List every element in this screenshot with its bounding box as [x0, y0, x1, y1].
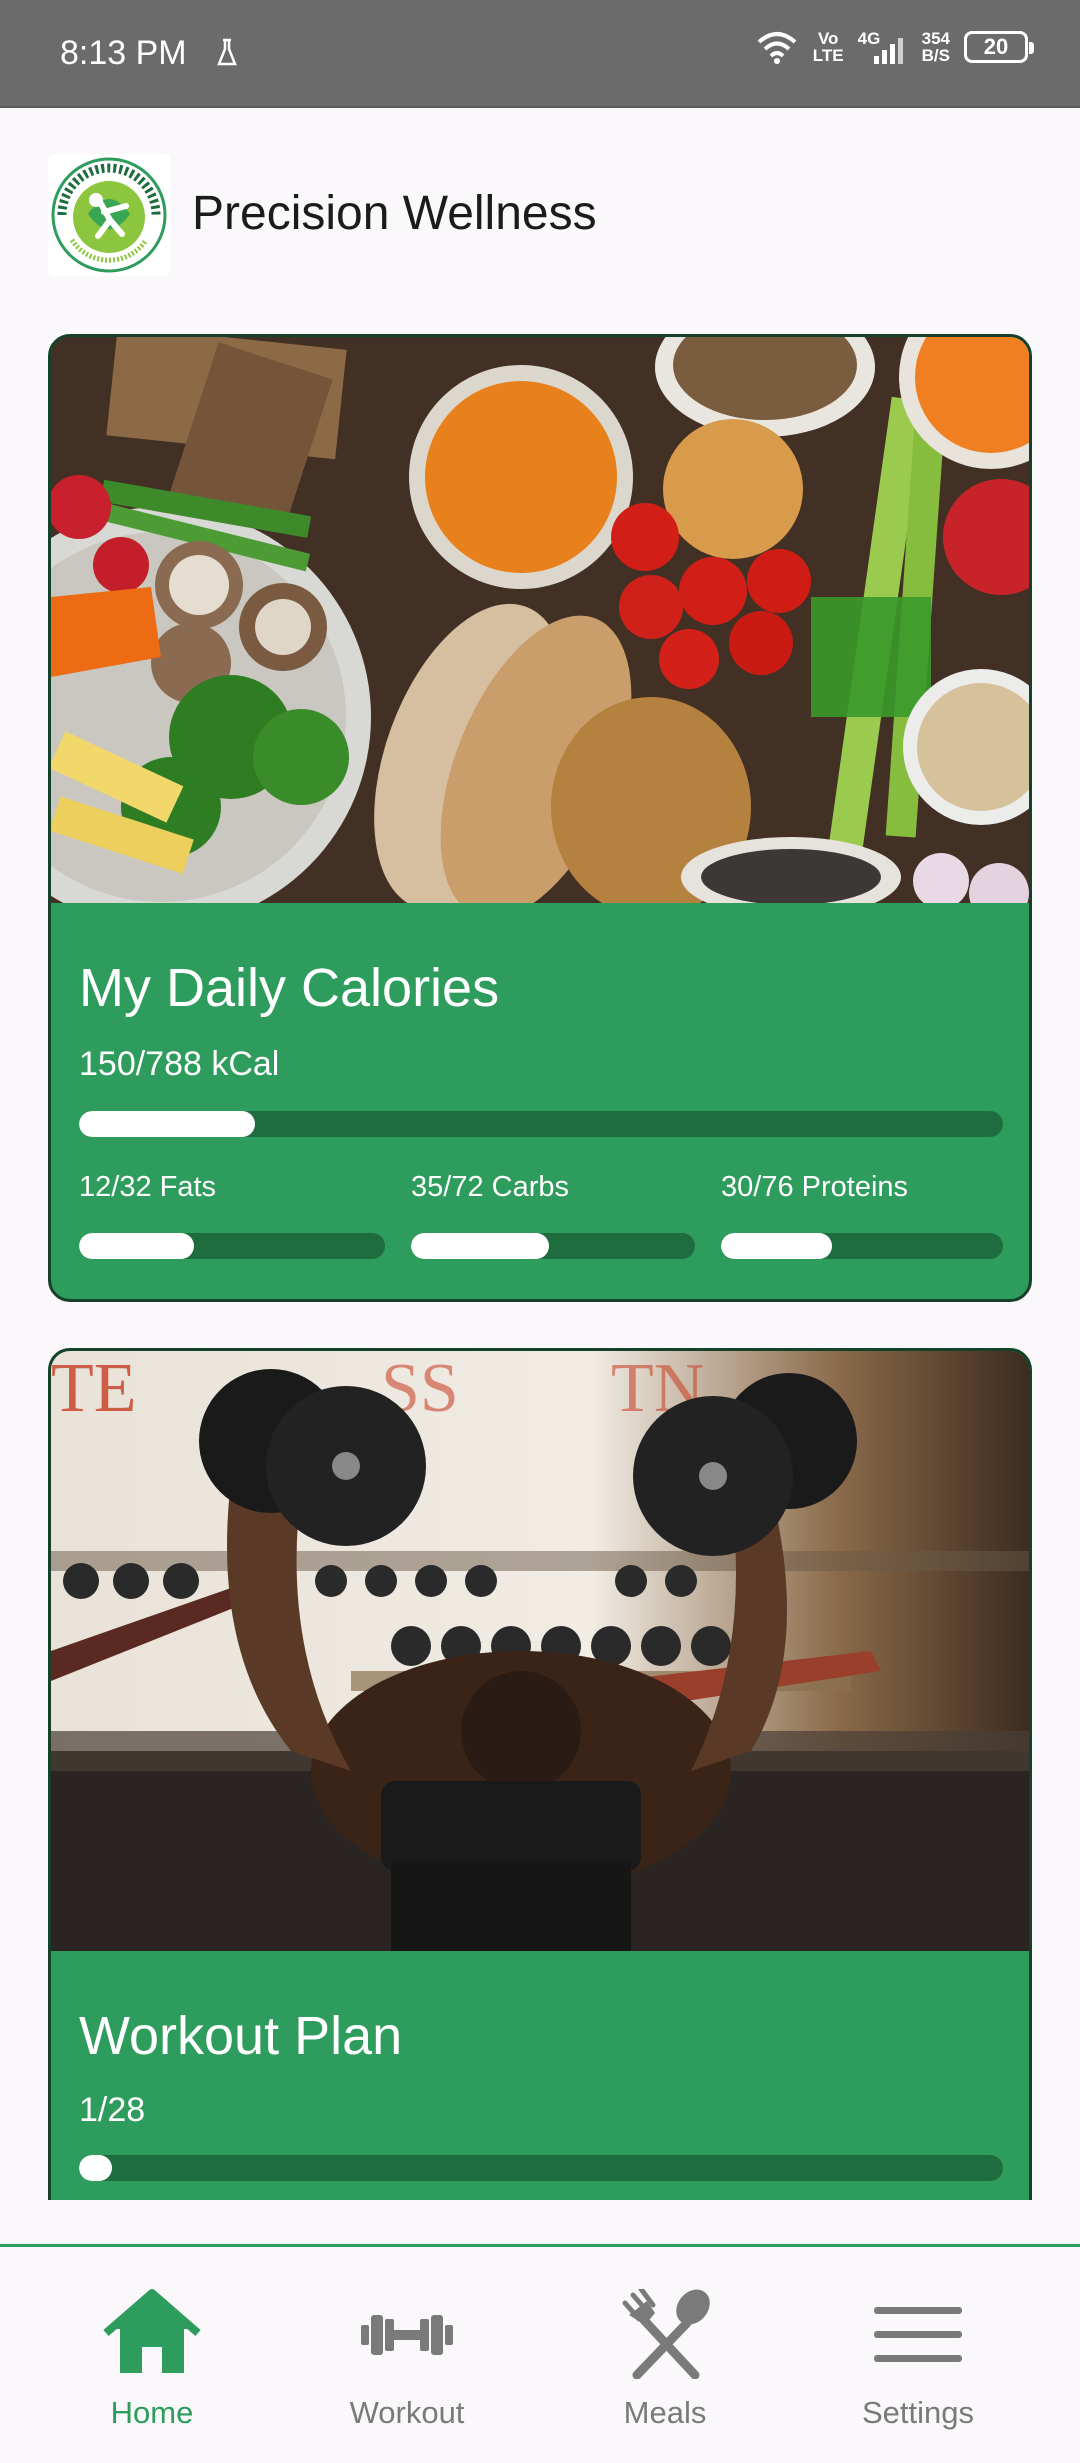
- carbs-progress-fill: [411, 1233, 550, 1259]
- fats-progress-bar: [79, 1233, 385, 1259]
- cell-signal: 4G: [858, 30, 908, 64]
- bottom-navigation: Home Workout Meals Settings: [0, 2244, 1080, 2463]
- nav-home-label: Home: [110, 2395, 194, 2430]
- app-bar: Precision Wellness: [0, 108, 1080, 328]
- calories-summary: 150/788 kCal: [79, 1045, 280, 1083]
- workout-body: Workout Plan 1/28: [51, 1951, 1029, 2200]
- battery-icon: 20: [964, 31, 1034, 63]
- home-icon: [103, 2289, 201, 2373]
- flask-icon: [217, 38, 237, 66]
- workout-summary: 1/28: [79, 2091, 146, 2129]
- wifi-icon: [757, 32, 797, 64]
- status-bar: 8:13 PM Vo LTE 4G 354 B/S 20: [0, 0, 1080, 108]
- workout-title: Workout Plan: [79, 2006, 403, 2066]
- fats-label: 12/32 Fats: [79, 1171, 217, 1203]
- proteins-label: 30/76 Proteins: [721, 1171, 909, 1203]
- nav-settings[interactable]: Settings: [783, 2247, 1053, 2463]
- daily-calories-card[interactable]: My Daily Calories 150/788 kCal 12/32 Fat…: [48, 334, 1032, 1302]
- food-image: [51, 337, 1029, 903]
- menu-icon: [874, 2307, 962, 2362]
- volte-indicator: Vo LTE: [812, 29, 844, 65]
- signal-icon: [873, 38, 903, 64]
- calories-progress-fill: [79, 1111, 255, 1137]
- network-speed: 354 B/S: [921, 29, 950, 65]
- battery-level: 20: [983, 34, 1009, 59]
- calories-body: My Daily Calories 150/788 kCal 12/32 Fat…: [51, 903, 1029, 1299]
- carbs-label: 35/72 Carbs: [411, 1171, 569, 1203]
- workout-image: TE SS TN: [51, 1351, 1029, 1951]
- workout-progress-fill: [79, 2155, 113, 2181]
- nav-home[interactable]: Home: [17, 2247, 287, 2463]
- workout-progress-bar: [79, 2155, 1003, 2181]
- app-title: Precision Wellness: [192, 187, 597, 240]
- nav-meals-label: Meals: [623, 2395, 707, 2430]
- workout-plan-card[interactable]: TE SS TN Workout Plan 1/28: [48, 1348, 1032, 2200]
- svg-text:TE: TE: [51, 1351, 137, 1427]
- nav-workout[interactable]: Workout: [272, 2247, 542, 2463]
- nav-workout-label: Workout: [349, 2395, 465, 2430]
- proteins-progress-fill: [721, 1233, 833, 1259]
- nav-settings-label: Settings: [861, 2395, 974, 2430]
- dumbbell-icon: [361, 2315, 453, 2355]
- carbs-progress-bar: [411, 1233, 695, 1259]
- fork-spoon-icon: [622, 2289, 710, 2379]
- status-time: 8:13 PM: [60, 34, 187, 72]
- calories-title: My Daily Calories: [79, 958, 500, 1018]
- proteins-progress-bar: [721, 1233, 1003, 1259]
- app-logo: [48, 154, 170, 276]
- nav-meals[interactable]: Meals: [530, 2247, 800, 2463]
- calories-progress-bar: [79, 1111, 1003, 1137]
- fats-progress-fill: [79, 1233, 194, 1259]
